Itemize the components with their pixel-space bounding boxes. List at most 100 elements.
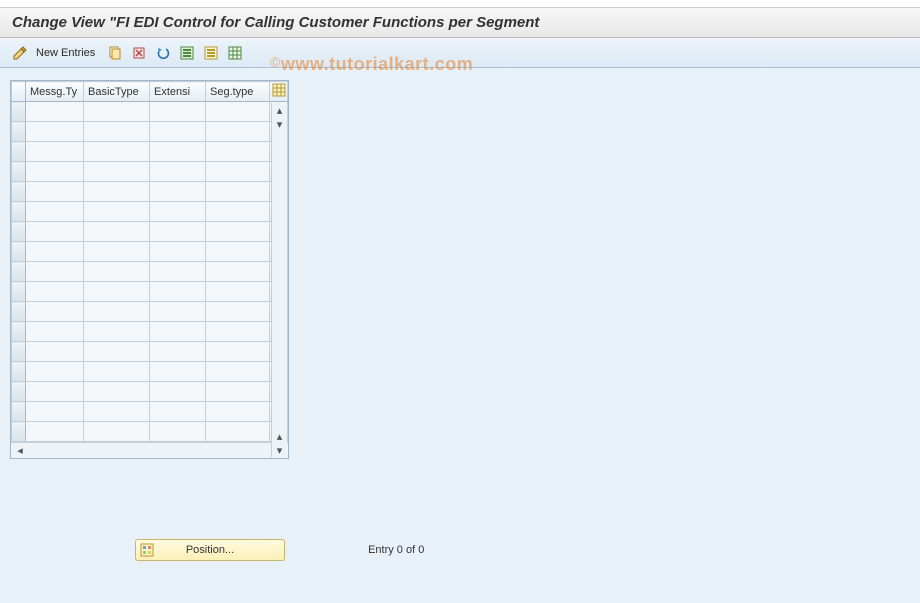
cell-segtype[interactable] bbox=[206, 362, 270, 382]
scroll-down-icon[interactable]: ▾ bbox=[273, 117, 287, 131]
cell-extensi[interactable] bbox=[150, 242, 206, 262]
cell-messgty[interactable] bbox=[26, 382, 84, 402]
row-selector[interactable] bbox=[12, 122, 26, 142]
cell-extensi[interactable] bbox=[150, 142, 206, 162]
cell-extensi[interactable] bbox=[150, 222, 206, 242]
cell-messgty[interactable] bbox=[26, 422, 84, 442]
cell-segtype[interactable] bbox=[206, 202, 270, 222]
table-row[interactable] bbox=[12, 102, 288, 122]
cell-basictype[interactable] bbox=[84, 202, 150, 222]
row-selector[interactable] bbox=[12, 182, 26, 202]
cell-extensi[interactable] bbox=[150, 422, 206, 442]
scroll-up-bottom-icon[interactable]: ▴ bbox=[273, 429, 287, 443]
column-header-extensi[interactable]: Extensi bbox=[150, 82, 206, 102]
column-header-basictype[interactable]: BasicType bbox=[84, 82, 150, 102]
new-entries-button[interactable]: New Entries bbox=[34, 43, 101, 63]
cell-basictype[interactable] bbox=[84, 182, 150, 202]
row-selector[interactable] bbox=[12, 262, 26, 282]
cell-segtype[interactable] bbox=[206, 302, 270, 322]
cell-basictype[interactable] bbox=[84, 362, 150, 382]
cell-segtype[interactable] bbox=[206, 342, 270, 362]
cell-segtype[interactable] bbox=[206, 242, 270, 262]
cell-segtype[interactable] bbox=[206, 122, 270, 142]
cell-extensi[interactable] bbox=[150, 182, 206, 202]
cell-messgty[interactable] bbox=[26, 202, 84, 222]
cell-extensi[interactable] bbox=[150, 382, 206, 402]
cell-extensi[interactable] bbox=[150, 342, 206, 362]
row-selector[interactable] bbox=[12, 202, 26, 222]
row-selector[interactable] bbox=[12, 402, 26, 422]
cell-extensi[interactable] bbox=[150, 202, 206, 222]
row-selector[interactable] bbox=[12, 242, 26, 262]
cell-messgty[interactable] bbox=[26, 182, 84, 202]
cell-extensi[interactable] bbox=[150, 162, 206, 182]
cell-extensi[interactable] bbox=[150, 302, 206, 322]
table-row[interactable] bbox=[12, 222, 288, 242]
vertical-scrollbar[interactable]: ▴ ▾ ▴ ▾ bbox=[271, 103, 287, 457]
cell-basictype[interactable] bbox=[84, 382, 150, 402]
horizontal-scrollbar[interactable]: ◂ ▸ bbox=[11, 442, 288, 458]
cell-segtype[interactable] bbox=[206, 182, 270, 202]
table-row[interactable] bbox=[12, 182, 288, 202]
cell-messgty[interactable] bbox=[26, 142, 84, 162]
cell-segtype[interactable] bbox=[206, 222, 270, 242]
row-selector[interactable] bbox=[12, 382, 26, 402]
cell-messgty[interactable] bbox=[26, 302, 84, 322]
position-button[interactable]: Position... bbox=[135, 539, 285, 561]
cell-messgty[interactable] bbox=[26, 342, 84, 362]
cell-basictype[interactable] bbox=[84, 102, 150, 122]
hscroll-track[interactable] bbox=[27, 446, 272, 456]
cell-basictype[interactable] bbox=[84, 342, 150, 362]
cell-messgty[interactable] bbox=[26, 402, 84, 422]
delete-icon[interactable] bbox=[129, 43, 149, 63]
table-row[interactable] bbox=[12, 382, 288, 402]
cell-basictype[interactable] bbox=[84, 222, 150, 242]
row-selector[interactable] bbox=[12, 342, 26, 362]
column-header-messgty[interactable]: Messg.Ty bbox=[26, 82, 84, 102]
table-row[interactable] bbox=[12, 342, 288, 362]
row-selector[interactable] bbox=[12, 102, 26, 122]
cell-segtype[interactable] bbox=[206, 322, 270, 342]
cell-basictype[interactable] bbox=[84, 122, 150, 142]
select-all-row-header[interactable] bbox=[12, 82, 26, 102]
cell-extensi[interactable] bbox=[150, 402, 206, 422]
cell-extensi[interactable] bbox=[150, 262, 206, 282]
table-row[interactable] bbox=[12, 142, 288, 162]
row-selector[interactable] bbox=[12, 142, 26, 162]
data-table[interactable]: Messg.Ty BasicType Extensi Seg.type bbox=[11, 81, 288, 442]
cell-basictype[interactable] bbox=[84, 262, 150, 282]
cell-basictype[interactable] bbox=[84, 142, 150, 162]
cell-segtype[interactable] bbox=[206, 102, 270, 122]
table-row[interactable] bbox=[12, 262, 288, 282]
table-row[interactable] bbox=[12, 422, 288, 442]
cell-messgty[interactable] bbox=[26, 322, 84, 342]
cell-extensi[interactable] bbox=[150, 122, 206, 142]
cell-messgty[interactable] bbox=[26, 122, 84, 142]
table-row[interactable] bbox=[12, 402, 288, 422]
cell-basictype[interactable] bbox=[84, 322, 150, 342]
cell-messgty[interactable] bbox=[26, 222, 84, 242]
cell-messgty[interactable] bbox=[26, 162, 84, 182]
table-row[interactable] bbox=[12, 162, 288, 182]
table-row[interactable] bbox=[12, 122, 288, 142]
row-selector[interactable] bbox=[12, 422, 26, 442]
cell-messgty[interactable] bbox=[26, 102, 84, 122]
cell-basictype[interactable] bbox=[84, 242, 150, 262]
cell-messgty[interactable] bbox=[26, 242, 84, 262]
row-selector[interactable] bbox=[12, 222, 26, 242]
row-selector[interactable] bbox=[12, 302, 26, 322]
table-row[interactable] bbox=[12, 202, 288, 222]
undo-icon[interactable] bbox=[153, 43, 173, 63]
table-row[interactable] bbox=[12, 362, 288, 382]
table-row[interactable] bbox=[12, 322, 288, 342]
scroll-up-icon[interactable]: ▴ bbox=[273, 103, 287, 117]
cell-basictype[interactable] bbox=[84, 282, 150, 302]
cell-messgty[interactable] bbox=[26, 282, 84, 302]
cell-segtype[interactable] bbox=[206, 422, 270, 442]
cell-extensi[interactable] bbox=[150, 282, 206, 302]
table-row[interactable] bbox=[12, 282, 288, 302]
row-selector[interactable] bbox=[12, 162, 26, 182]
cell-messgty[interactable] bbox=[26, 362, 84, 382]
cell-messgty[interactable] bbox=[26, 262, 84, 282]
scroll-down-bottom-icon[interactable]: ▾ bbox=[273, 443, 287, 457]
